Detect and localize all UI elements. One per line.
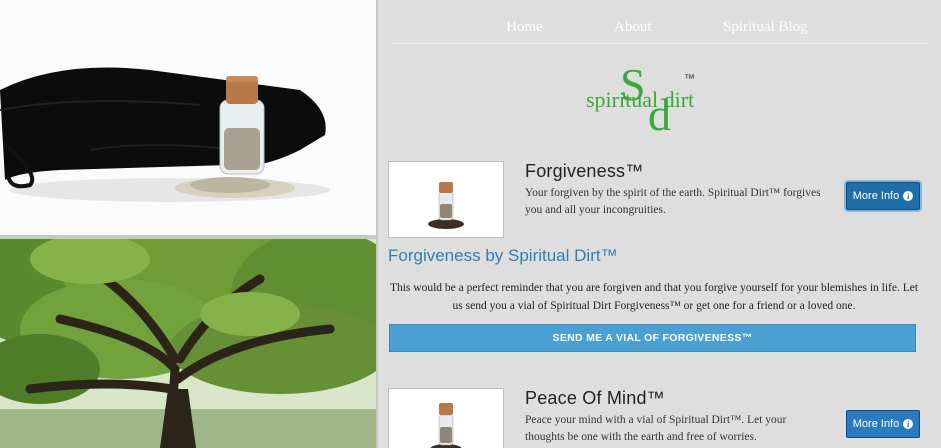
section-description: This would be a perfect reminder that yo…	[389, 282, 919, 312]
send-vial-button[interactable]: SEND ME A VIAL OF FORGIVENESS™	[389, 324, 916, 352]
nav-link-about[interactable]: About	[614, 19, 652, 36]
section-heading: Forgiveness by Spiritual Dirt™	[388, 246, 618, 265]
oak-tree-photo	[0, 239, 376, 448]
nav-link-spiritual-blog[interactable]: Spiritual Blog	[723, 19, 808, 36]
product-thumbnail[interactable]	[388, 161, 504, 238]
info-icon: i	[903, 419, 914, 429]
spiritual-dirt-logo[interactable]: S d spiritual dirt ™	[586, 59, 726, 140]
more-info-label: More Info	[852, 190, 900, 202]
more-info-button[interactable]: More Info i	[846, 410, 920, 438]
product-description: Peace your mind with a vial of Spiritual…	[525, 414, 787, 443]
product-title: Peace Of Mind™	[525, 388, 665, 408]
nav-link-home[interactable]: Home	[506, 19, 543, 36]
product-thumbnail[interactable]	[388, 388, 504, 448]
main-content: Home About Spiritual Blog S d spiritual …	[378, 0, 941, 448]
product-card-forgiveness: Forgiveness™ Your forgiven by the spirit…	[388, 161, 928, 238]
product-description: Your forgiven by the spirit of the earth…	[525, 187, 821, 216]
left-image-column	[0, 0, 378, 448]
top-navigation: Home About Spiritual Blog	[392, 0, 928, 44]
info-icon: i	[903, 191, 914, 201]
logo-wordmark: spiritual dirt	[586, 87, 694, 112]
logo-trademark: ™	[684, 73, 695, 85]
more-info-button[interactable]: More Info i	[846, 182, 920, 210]
product-card-peace-of-mind: Peace Of Mind™ Peace your mind with a vi…	[388, 388, 928, 448]
product-photo-bag-and-vial	[0, 0, 376, 235]
more-info-label: More Info	[852, 418, 900, 430]
product-title: Forgiveness™	[525, 161, 644, 181]
